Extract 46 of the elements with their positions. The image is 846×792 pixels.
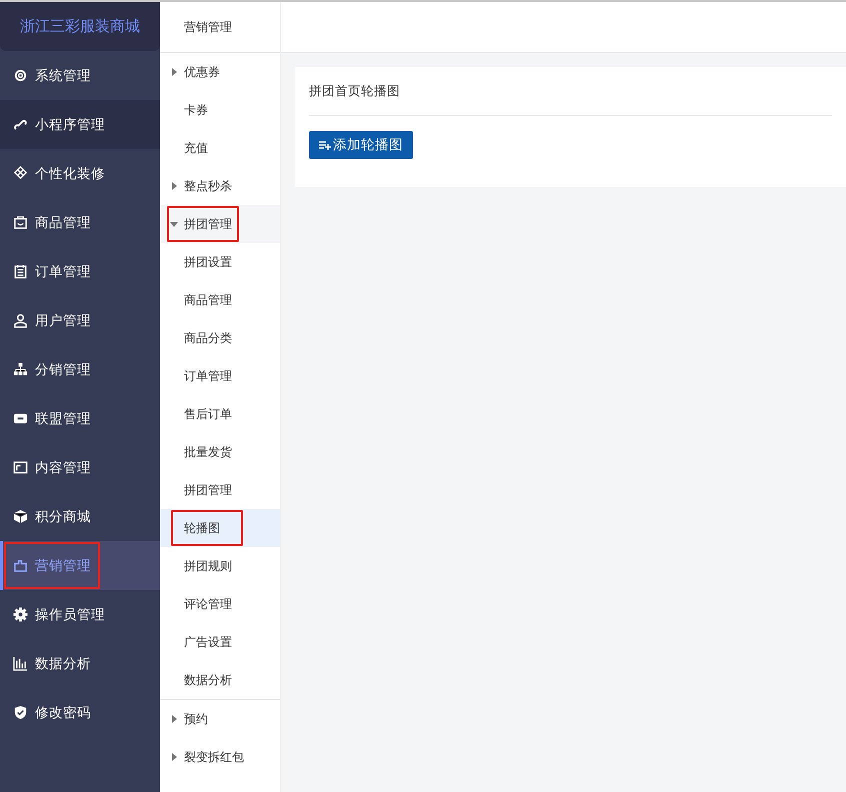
bag-icon — [13, 215, 28, 230]
submenu-item[interactable]: 商品分类 — [170, 319, 256, 357]
user-icon — [13, 313, 28, 328]
submenu-item[interactable]: 订单管理 — [170, 357, 256, 395]
sidebar-item[interactable]: 内容管理 — [3, 443, 101, 492]
brand-title: 浙江三彩服装商城 — [0, 2, 160, 51]
sidebar-item[interactable]: 分销管理 — [3, 345, 101, 394]
submenu-item[interactable]: 评论管理 — [170, 585, 256, 623]
submenu-item[interactable]: 售后订单 — [170, 395, 256, 433]
submenu-group[interactable]: 整点秒杀 — [166, 167, 240, 205]
submenu-item[interactable]: 拼团设置 — [170, 243, 256, 281]
hierarchy-icon — [13, 362, 28, 377]
sidebar-item[interactable]: 商品管理 — [3, 198, 101, 247]
gear-icon — [13, 68, 28, 83]
submenu-group[interactable]: 预约 — [166, 700, 216, 738]
sidebar-item[interactable]: 用户管理 — [3, 296, 101, 345]
submenu-item[interactable]: 商品管理 — [170, 281, 256, 319]
submenu-item[interactable]: 拼团管理 — [170, 471, 256, 509]
sidebar-item[interactable]: 积分商城 — [3, 492, 101, 541]
document-icon — [13, 460, 28, 475]
sidebar-item[interactable]: 个性化装修 — [3, 149, 115, 198]
sidebar-item[interactable]: 操作员管理 — [3, 590, 115, 639]
sidebar-item[interactable]: 数据分析 — [3, 639, 101, 688]
submenu-item[interactable]: 充值 — [160, 129, 280, 167]
clipboard-icon — [13, 264, 28, 279]
submenu-group[interactable]: 优惠券 — [166, 53, 228, 91]
cube-icon — [13, 509, 28, 524]
submenu-item[interactable]: 拼团规则 — [170, 547, 256, 585]
link-icon — [13, 117, 28, 132]
submenu-item[interactable]: 广告设置 — [170, 623, 256, 661]
sidebar-item[interactable]: 修改密码 — [3, 688, 101, 737]
submenu-item[interactable]: 卡券 — [160, 91, 280, 129]
submenu-item[interactable]: 批量发货 — [170, 433, 256, 471]
panel-title: 拼团首页轮播图 — [309, 82, 400, 100]
sidebar-item[interactable]: 系统管理 — [3, 51, 101, 100]
bar-chart-icon — [13, 656, 28, 671]
submenu-title: 营销管理 — [160, 2, 280, 53]
sidebar-item[interactable]: 订单管理 — [3, 247, 101, 296]
list-add-icon — [319, 140, 331, 150]
submenu-item[interactable]: 数据分析 — [170, 661, 256, 699]
sidebar-item[interactable]: 联盟管理 — [3, 394, 101, 443]
shop-icon — [13, 411, 28, 426]
add-banner-button[interactable]: 添加轮播图 — [309, 131, 413, 159]
settings-icon — [13, 607, 28, 622]
shield-icon — [13, 705, 28, 720]
submenu-group[interactable]: 裂变拆红包 — [166, 738, 252, 776]
